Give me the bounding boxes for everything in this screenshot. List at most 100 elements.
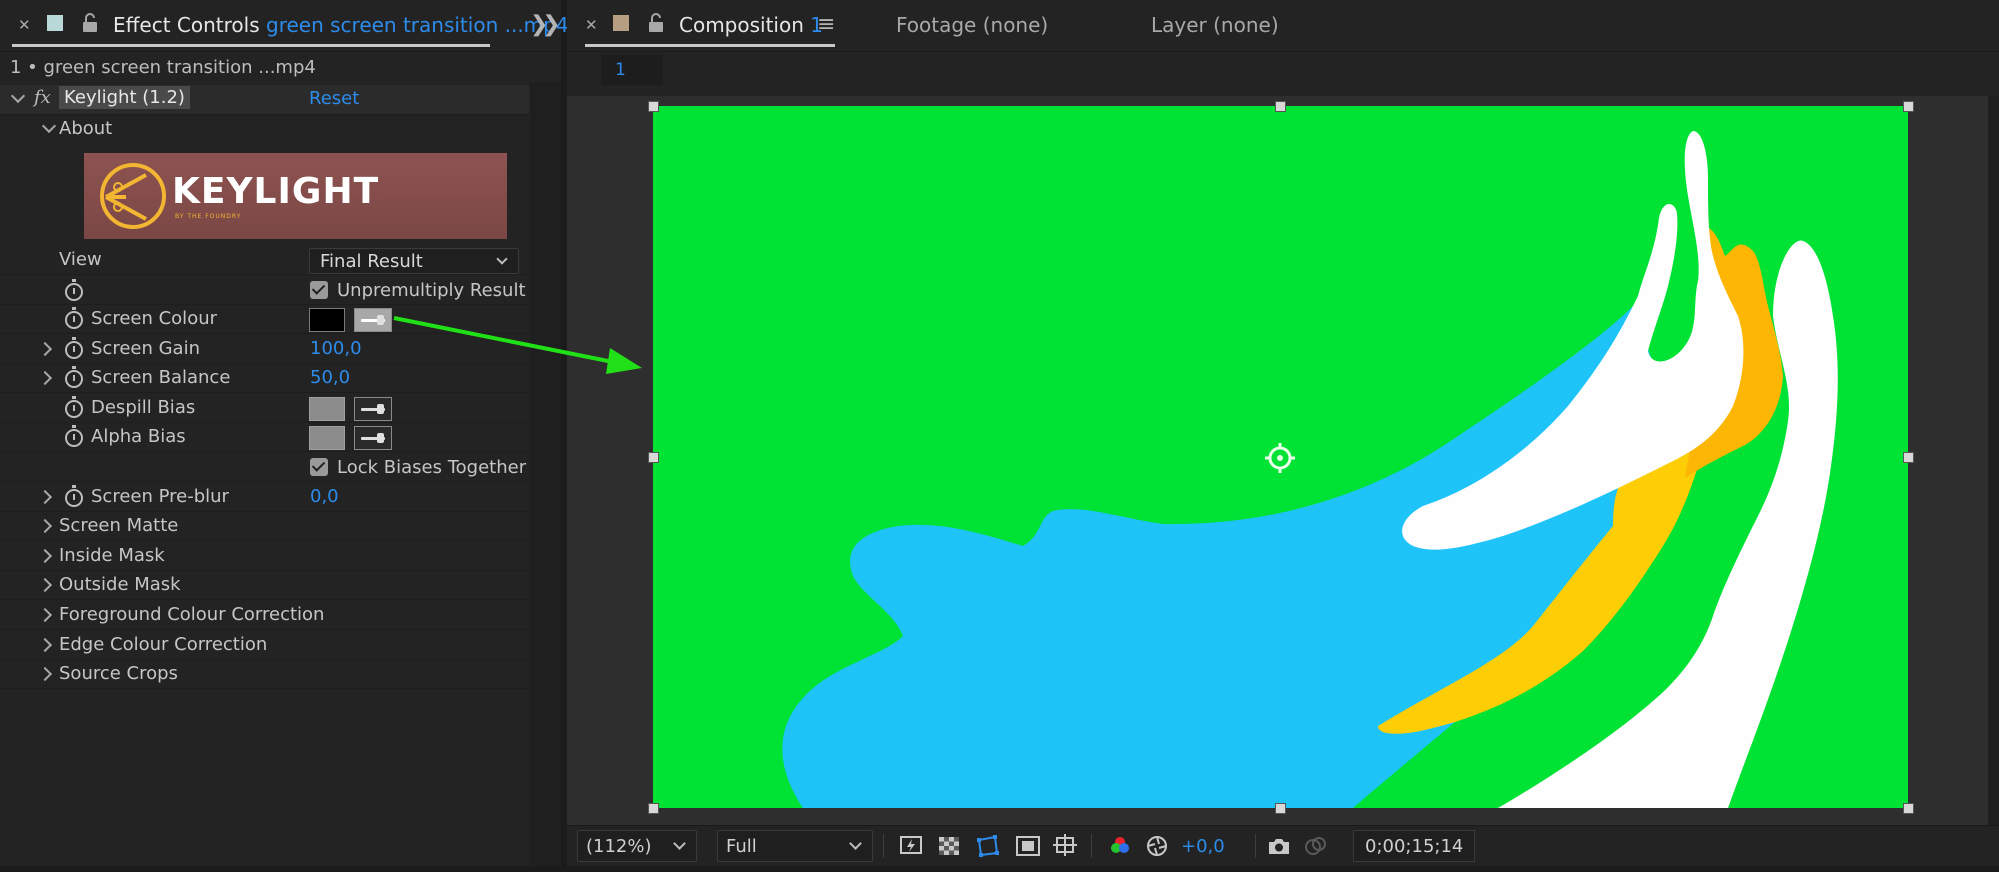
- despill-bias-row: Despill Bias: [0, 394, 529, 423]
- tab-footage[interactable]: Footage (none): [896, 13, 1048, 37]
- toolbar-divider: [883, 834, 884, 858]
- lock-biases-checkbox[interactable]: [310, 458, 328, 476]
- effect-header-row[interactable]: fx Keylight (1.2) Reset: [0, 85, 529, 115]
- lock-biases-label: Lock Biases Together: [337, 457, 527, 478]
- twirl-closed-icon[interactable]: [37, 548, 53, 564]
- twirl-closed-icon[interactable]: [37, 341, 53, 357]
- composition-frame[interactable]: [653, 106, 1908, 808]
- twirl-closed-icon[interactable]: [37, 637, 53, 653]
- twirl-closed-icon[interactable]: [37, 607, 53, 623]
- show-snapshot-icon[interactable]: [1303, 834, 1329, 858]
- tab-composition[interactable]: Composition 1: [679, 13, 823, 37]
- stopwatch-icon[interactable]: [65, 425, 83, 447]
- transparency-grid-icon[interactable]: [937, 834, 963, 858]
- twirl-open-icon[interactable]: [10, 88, 26, 104]
- screen-colour-swatch[interactable]: [309, 308, 345, 332]
- region-of-interest-icon[interactable]: [1015, 834, 1041, 858]
- fx-icon[interactable]: fx: [34, 87, 51, 108]
- grid-guide-options-icon[interactable]: [1053, 834, 1079, 858]
- eyedropper-icon[interactable]: [354, 397, 392, 421]
- twirl-closed-icon[interactable]: [37, 370, 53, 386]
- annotation-arrow-icon: [393, 316, 642, 374]
- group-screen-matte[interactable]: Screen Matte: [0, 512, 529, 541]
- resolution-dropdown[interactable]: Full: [717, 830, 873, 862]
- reset-link[interactable]: Reset: [309, 88, 359, 109]
- mask-path-visibility-icon[interactable]: [975, 834, 1001, 858]
- tab-layer[interactable]: Layer (none): [1151, 13, 1279, 37]
- tab-file-name: green screen transition ...mp4: [266, 13, 569, 37]
- panel-color-swatch: [47, 15, 63, 31]
- panel-color-swatch: [613, 15, 629, 31]
- about-label: About: [59, 118, 113, 139]
- composition-scrollbar[interactable]: [1988, 96, 1999, 825]
- twirl-closed-icon[interactable]: [37, 666, 53, 682]
- zoom-value: (112%): [586, 836, 652, 857]
- tab-effect-controls[interactable]: Effect Controls green screen transition …: [113, 13, 569, 37]
- hamburger-menu-icon[interactable]: ≡: [817, 12, 835, 37]
- twirl-closed-icon[interactable]: [37, 489, 53, 505]
- exposure-value[interactable]: +0,0: [1181, 836, 1225, 857]
- transform-handle[interactable]: [1903, 803, 1914, 814]
- stopwatch-icon[interactable]: [65, 396, 83, 418]
- eyedropper-icon[interactable]: [354, 426, 392, 450]
- effect-name[interactable]: Keylight (1.2): [59, 86, 190, 109]
- stopwatch-icon[interactable]: [65, 366, 83, 388]
- composition-breadcrumb[interactable]: 1: [601, 55, 663, 85]
- twirl-open-icon[interactable]: [41, 118, 57, 134]
- lock-icon[interactable]: [647, 13, 665, 33]
- group-foreground-colour-correction[interactable]: Foreground Colour Correction: [0, 601, 529, 630]
- despill-bias-swatch[interactable]: [309, 397, 345, 421]
- lock-icon[interactable]: [81, 13, 99, 33]
- active-tab-underline: [585, 44, 835, 47]
- composition-viewer[interactable]: [567, 96, 1988, 825]
- view-dropdown[interactable]: Final Result: [309, 248, 519, 274]
- transform-handle[interactable]: [1903, 101, 1914, 112]
- transform-handle[interactable]: [648, 452, 659, 463]
- fast-preview-icon[interactable]: [899, 834, 925, 858]
- group-edge-colour-correction[interactable]: Edge Colour Correction: [0, 631, 529, 660]
- close-tab-icon[interactable]: ✕: [18, 16, 31, 34]
- transform-handle[interactable]: [1903, 452, 1914, 463]
- group-outside-mask[interactable]: Outside Mask: [0, 571, 529, 600]
- screen-balance-value[interactable]: 50,0: [310, 367, 350, 388]
- unpremultiply-checkbox[interactable]: [310, 281, 328, 299]
- stopwatch-icon[interactable]: [65, 337, 83, 359]
- stopwatch-icon[interactable]: [65, 307, 83, 329]
- chevron-down-icon: [849, 837, 862, 850]
- screen-preblur-value[interactable]: 0,0: [310, 486, 339, 507]
- twirl-closed-icon[interactable]: [37, 518, 53, 534]
- zoom-dropdown[interactable]: (112%): [577, 830, 697, 862]
- timecode-value: 0;00;15;14: [1365, 836, 1464, 857]
- keylight-logo: KEYLIGHT BY THE FOUNDRY: [84, 153, 507, 239]
- transform-handle[interactable]: [1275, 803, 1286, 814]
- transform-handle[interactable]: [1275, 101, 1286, 112]
- close-tab-icon[interactable]: ✕: [585, 16, 598, 34]
- alpha-bias-swatch[interactable]: [309, 426, 345, 450]
- twirl-closed-icon[interactable]: [37, 577, 53, 593]
- transform-handle[interactable]: [648, 101, 659, 112]
- timecode-display[interactable]: 0;00;15;14: [1353, 830, 1475, 862]
- effect-controls-scrollbar[interactable]: [530, 82, 561, 866]
- group-label: Edge Colour Correction: [59, 634, 268, 655]
- group-label: Screen Matte: [59, 515, 179, 536]
- active-tab-underline: [12, 44, 490, 47]
- screen-gain-value[interactable]: 100,0: [310, 338, 362, 359]
- group-inside-mask[interactable]: Inside Mask: [0, 542, 529, 571]
- color-channels-icon[interactable]: [1107, 834, 1133, 858]
- alpha-bias-label: Alpha Bias: [91, 426, 186, 447]
- logo-text: KEYLIGHT: [172, 171, 380, 212]
- transform-handle[interactable]: [648, 803, 659, 814]
- view-dropdown-value: Final Result: [320, 251, 423, 272]
- view-row: View Final Result: [0, 246, 529, 275]
- stopwatch-icon[interactable]: [65, 485, 83, 507]
- group-source-crops[interactable]: Source Crops: [0, 660, 529, 689]
- chevron-down-icon: [496, 253, 508, 265]
- panel-menu-chevron-icon[interactable]: ❯❯: [530, 12, 561, 37]
- camera-snapshot-icon[interactable]: [1267, 834, 1293, 858]
- reset-exposure-icon[interactable]: [1145, 834, 1171, 858]
- chevron-down-icon: [673, 837, 686, 850]
- screen-colour-label: Screen Colour: [91, 308, 218, 329]
- screen-balance-label: Screen Balance: [91, 367, 231, 388]
- about-row[interactable]: About: [0, 115, 529, 145]
- stopwatch-icon[interactable]: [65, 279, 83, 301]
